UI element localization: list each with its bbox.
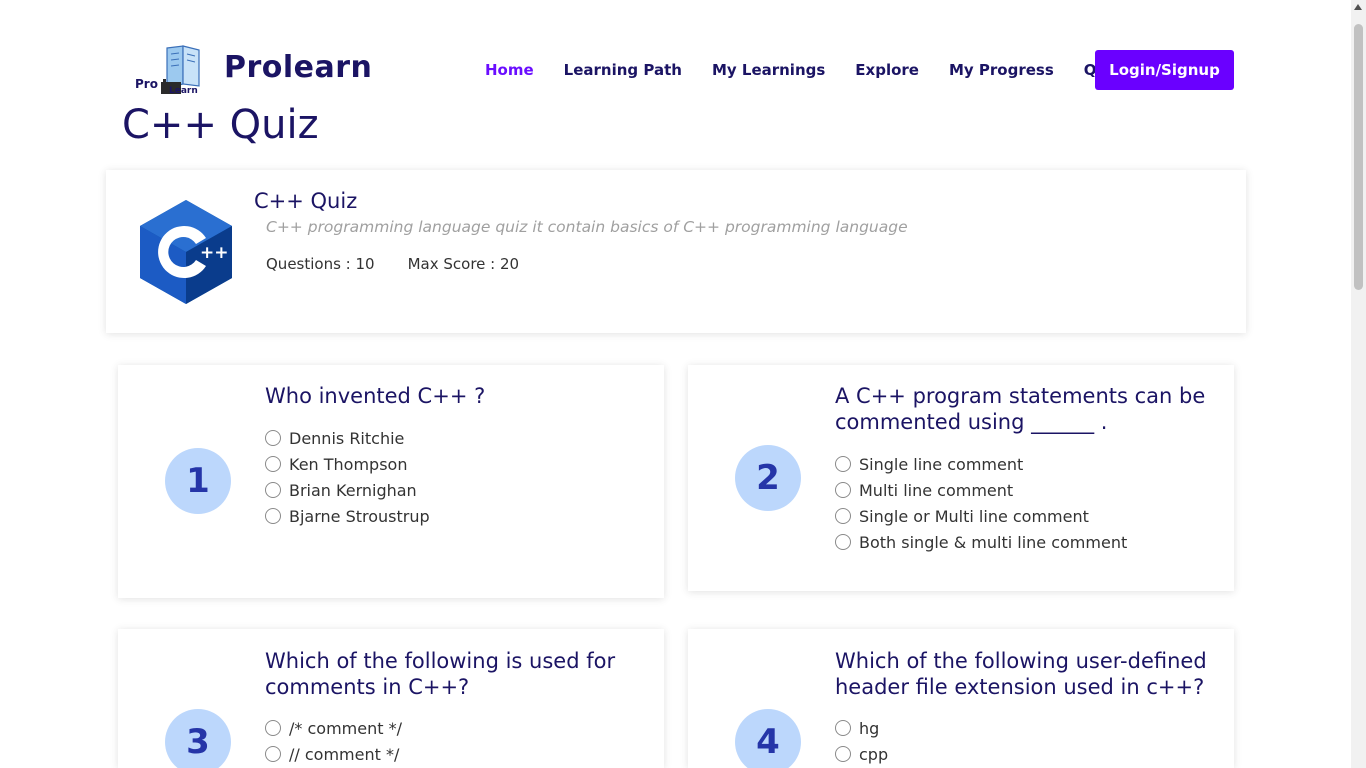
question-card-4: 4 Which of the following user-defined he…: [688, 629, 1234, 768]
svg-text:++: ++: [200, 243, 229, 263]
radio-button[interactable]: [265, 720, 281, 736]
nav-home[interactable]: Home: [485, 61, 534, 79]
question-text: Who invented C++ ?: [265, 384, 486, 408]
option-item[interactable]: Ken Thompson: [265, 451, 430, 477]
option-label: hg: [859, 718, 880, 738]
page-scrollbar[interactable]: [1351, 0, 1366, 768]
quiz-max-score: Max Score : 20: [407, 255, 520, 273]
option-label: Single or Multi line comment: [859, 506, 1089, 526]
question-text: A C++ program statements can be commente…: [835, 384, 1206, 434]
radio-button[interactable]: [835, 534, 851, 550]
option-label: cpp: [859, 744, 889, 764]
logo-text-pro: Pro: [135, 77, 158, 91]
question-card-2: 2 A C++ program statements can be commen…: [688, 365, 1234, 591]
question-options: Dennis Ritchie Ken Thompson Brian Kernig…: [265, 425, 430, 529]
option-item[interactable]: Brian Kernighan: [265, 477, 430, 503]
option-label: Multi line comment: [859, 480, 1014, 500]
nav-explore[interactable]: Explore: [855, 61, 919, 79]
page-title: C++ Quiz: [122, 102, 319, 148]
option-label: Brian Kernighan: [289, 480, 417, 500]
option-item[interactable]: hg: [835, 715, 888, 741]
quiz-description: C++ programming language quiz it contain…: [266, 218, 908, 236]
question-number-badge: 2: [735, 445, 801, 511]
option-label: /* comment */: [289, 718, 402, 738]
question-number-badge: 1: [165, 448, 231, 514]
option-item[interactable]: Single line comment: [835, 451, 1127, 477]
option-item[interactable]: Both single & multi line comment: [835, 529, 1127, 555]
radio-button[interactable]: [835, 746, 851, 762]
option-item[interactable]: Dennis Ritchie: [265, 425, 430, 451]
radio-button[interactable]: [835, 720, 851, 736]
question-number-badge: 4: [735, 709, 801, 768]
option-label: Ken Thompson: [289, 454, 408, 474]
logo-text-learn: Learn: [169, 86, 198, 96]
question-options: hg cpp: [835, 715, 888, 767]
quiz-question-count: Questions : 10: [266, 255, 375, 273]
brand-name[interactable]: Prolearn: [224, 50, 372, 85]
nav-learning-path[interactable]: Learning Path: [564, 61, 682, 79]
scrollbar-thumb[interactable]: [1354, 24, 1363, 290]
question-card-3: 3 Which of the following is used for com…: [118, 629, 664, 768]
prolearn-logo[interactable]: Pro Learn: [133, 44, 205, 98]
option-item[interactable]: // comment */: [265, 741, 402, 767]
option-item[interactable]: cpp: [835, 741, 888, 767]
radio-button[interactable]: [265, 482, 281, 498]
quiz-title: C++ Quiz: [254, 189, 358, 213]
nav-my-learnings[interactable]: My Learnings: [712, 61, 825, 79]
quiz-info-card: ++ C++ Quiz C++ programming language qui…: [106, 170, 1246, 333]
option-label: Bjarne Stroustrup: [289, 506, 430, 526]
question-text: Which of the following user-defined head…: [835, 649, 1207, 699]
question-number-badge: 3: [165, 709, 231, 768]
option-label: Single line comment: [859, 454, 1024, 474]
option-label: Dennis Ritchie: [289, 428, 405, 448]
option-item[interactable]: Bjarne Stroustrup: [265, 503, 430, 529]
option-item[interactable]: Single or Multi line comment: [835, 503, 1127, 529]
question-card-1: 1 Who invented C++ ? Dennis Ritchie Ken …: [118, 365, 664, 598]
option-label: Both single & multi line comment: [859, 532, 1128, 552]
option-item[interactable]: Multi line comment: [835, 477, 1127, 503]
radio-button[interactable]: [835, 482, 851, 498]
radio-button[interactable]: [835, 508, 851, 524]
option-item[interactable]: /* comment */: [265, 715, 402, 741]
radio-button[interactable]: [835, 456, 851, 472]
radio-button[interactable]: [265, 508, 281, 524]
scroll-up-arrow-icon[interactable]: [1354, 4, 1362, 10]
main-nav: Home Learning Path My Learnings Explore …: [485, 61, 1121, 79]
option-label: // comment */: [289, 744, 400, 764]
cpp-logo-icon: ++: [136, 198, 236, 306]
question-options: /* comment */ // comment */: [265, 715, 402, 767]
login-signup-button[interactable]: Login/Signup: [1095, 50, 1234, 90]
question-options: Single line comment Multi line comment S…: [835, 451, 1127, 555]
radio-button[interactable]: [265, 456, 281, 472]
nav-my-progress[interactable]: My Progress: [949, 61, 1054, 79]
quiz-meta: Questions : 10 Max Score : 20: [266, 255, 552, 273]
question-text: Which of the following is used for comme…: [265, 649, 616, 699]
radio-button[interactable]: [265, 430, 281, 446]
radio-button[interactable]: [265, 746, 281, 762]
